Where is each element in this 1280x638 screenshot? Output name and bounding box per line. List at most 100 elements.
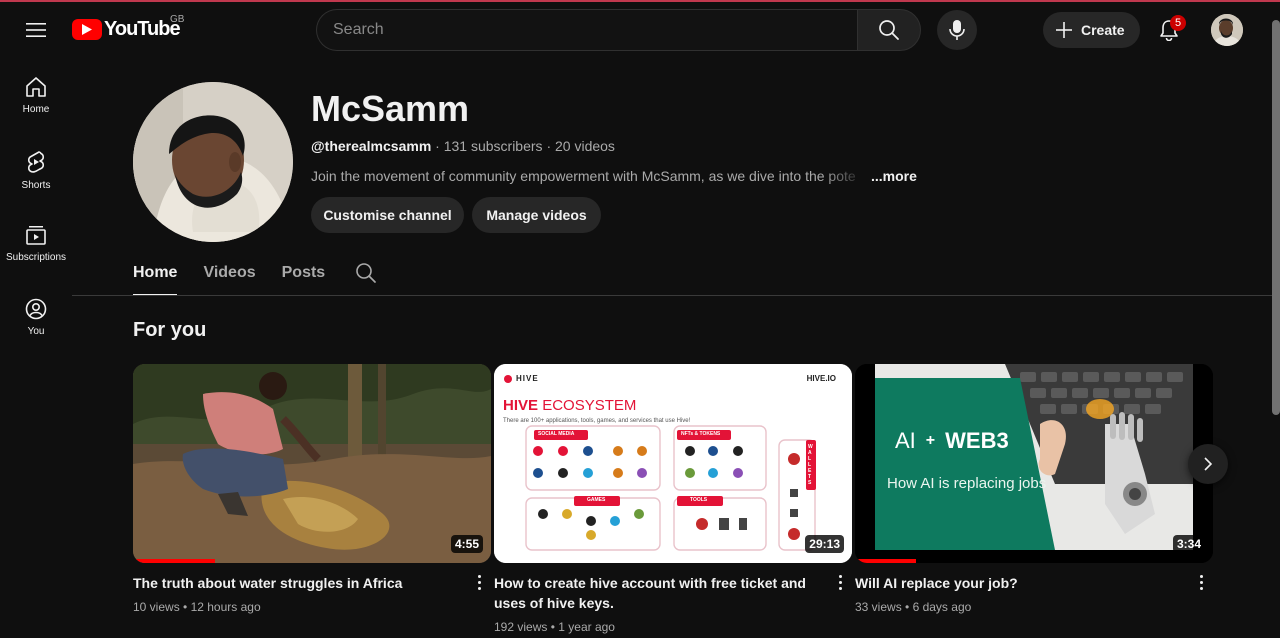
video-title[interactable]: How to create hive account with free tic… (494, 573, 852, 613)
hive-heading-1: HIVE (503, 397, 539, 414)
video-card[interactable]: 4:55 The truth about water struggles in … (133, 364, 491, 614)
notification-count-badge: 5 (1170, 15, 1186, 31)
mini-guide: Home Shorts Subscriptions You (0, 58, 72, 354)
view-count: 33 views (855, 600, 902, 614)
plus-icon (1056, 22, 1072, 38)
meta-separator: · (546, 138, 555, 154)
kebab-dot (838, 586, 842, 590)
shelf-next-button[interactable] (1188, 444, 1228, 484)
hive-logo-icon (504, 374, 512, 383)
watch-progress-bar (855, 559, 916, 563)
hive-site-label: HIVE.IO (806, 374, 836, 383)
video-action-menu-button[interactable] (1193, 572, 1209, 592)
video-meta: 33 views • 6 days ago (855, 600, 1213, 614)
hive-box-social: SOCIAL MEDIA (538, 431, 575, 437)
ai-label: AI (895, 428, 916, 453)
kebab-dot (1199, 586, 1203, 590)
kebab-dot (477, 574, 481, 578)
hamburger-icon (26, 23, 46, 37)
channel-description[interactable]: Join the movement of community empowerme… (311, 168, 931, 184)
kebab-dot (1199, 580, 1203, 584)
hive-heading-2: ECOSYSTEM (542, 397, 637, 414)
hive-heading: HIVE ECOSYSTEM (503, 397, 636, 414)
microphone-icon (949, 20, 965, 40)
sidebar-item-label: Home (22, 104, 50, 115)
meta-separator: · (435, 138, 444, 154)
kebab-dot (838, 574, 842, 578)
video-duration: 29:13 (805, 535, 844, 553)
video-action-menu-button[interactable] (471, 572, 487, 592)
create-label: Create (1081, 22, 1125, 38)
guide-menu-button[interactable] (16, 10, 56, 50)
channel-tabs: Home Videos Posts (133, 252, 377, 296)
sidebar-item-subscriptions[interactable]: Subscriptions (0, 206, 72, 280)
search-button[interactable] (857, 9, 921, 51)
sidebar-item-label: Shorts (21, 180, 51, 191)
video-title[interactable]: The truth about water struggles in Afric… (133, 573, 491, 593)
video-card[interactable]: AI + WEB3 How AI is replacing jobs 3:34 … (855, 364, 1213, 614)
search-box (316, 9, 858, 51)
hive-brand: HIVE (504, 374, 539, 383)
masthead: YouTube GB Create 5 (0, 2, 1280, 58)
search-icon (879, 20, 899, 40)
customise-channel-button[interactable]: Customise channel (311, 197, 464, 233)
hive-box-nfts: NFTs & TOKENS (681, 431, 721, 437)
country-code: GB (170, 14, 185, 25)
shorts-icon (27, 151, 45, 173)
kebab-dot (477, 586, 481, 590)
video-thumbnail[interactable]: HIVE HIVE.IO HIVE ECOSYSTEM There are 10… (494, 364, 852, 563)
upload-age: 6 days ago (912, 600, 972, 614)
video-thumbnail[interactable]: 4:55 (133, 364, 491, 563)
channel-avatar[interactable] (133, 82, 293, 242)
ai-headline: AI + WEB3 (895, 428, 1009, 454)
section-title: For you (133, 319, 207, 341)
video-meta: 192 views • 1 year ago (494, 620, 852, 634)
upload-age: 12 hours ago (190, 600, 261, 614)
hive-box-wallets: WALLETS (808, 444, 813, 486)
tab-home[interactable]: Home (133, 252, 178, 296)
voice-search-button[interactable] (937, 10, 977, 50)
channel-description-text: Join the movement of community empowerme… (311, 168, 856, 184)
tab-posts[interactable]: Posts (282, 252, 326, 296)
channel-meta: @therealmcsamm · 131 subscribers · 20 vi… (311, 138, 615, 154)
video-meta: 10 views • 12 hours ago (133, 600, 491, 614)
youtube-play-icon (72, 19, 102, 40)
meta-separator: • (905, 600, 913, 614)
sidebar-item-label: You (27, 326, 45, 337)
account-avatar[interactable] (1211, 14, 1243, 46)
home-icon (26, 77, 46, 97)
channel-search-button[interactable] (355, 252, 377, 289)
search-icon (356, 263, 377, 283)
ai-plus: + (925, 432, 936, 449)
subscriptions-icon (26, 226, 46, 245)
kebab-dot (838, 580, 842, 584)
video-duration: 4:55 (450, 535, 483, 553)
sidebar-item-you[interactable]: You (0, 280, 72, 354)
you-icon (25, 298, 47, 320)
youtube-logo[interactable]: YouTube GB (72, 14, 184, 41)
create-button[interactable]: Create (1043, 12, 1140, 48)
channel-name: McSamm (311, 88, 470, 129)
video-card[interactable]: HIVE HIVE.IO HIVE ECOSYSTEM There are 10… (494, 364, 852, 634)
video-title[interactable]: Will AI replace your job? (855, 573, 1213, 593)
tab-videos[interactable]: Videos (203, 252, 255, 296)
sidebar-item-label: Subscriptions (5, 252, 67, 263)
view-count: 192 views (494, 620, 548, 634)
manage-videos-button[interactable]: Manage videos (472, 197, 601, 233)
hive-subheading: There are 100+ applications, tools, game… (503, 418, 691, 424)
description-more-link[interactable]: ...more (871, 168, 917, 184)
sidebar-item-shorts[interactable]: Shorts (0, 132, 72, 206)
ai-caption: How AI is replacing jobs (887, 475, 1047, 492)
video-thumbnail[interactable]: AI + WEB3 How AI is replacing jobs 3:34 (855, 364, 1213, 563)
video-action-menu-button[interactable] (832, 572, 848, 592)
video-count: 20 videos (555, 138, 615, 154)
sidebar-item-home[interactable]: Home (0, 58, 72, 132)
search-input[interactable] (333, 21, 858, 39)
notifications-button[interactable]: 5 (1149, 10, 1189, 50)
view-count: 10 views (133, 600, 180, 614)
page-scrollbar[interactable] (1272, 20, 1280, 415)
hive-box-games: GAMES (587, 497, 606, 503)
hive-brand-label: HIVE (516, 374, 539, 383)
kebab-dot (477, 580, 481, 584)
video-duration: 3:34 (1172, 535, 1205, 553)
